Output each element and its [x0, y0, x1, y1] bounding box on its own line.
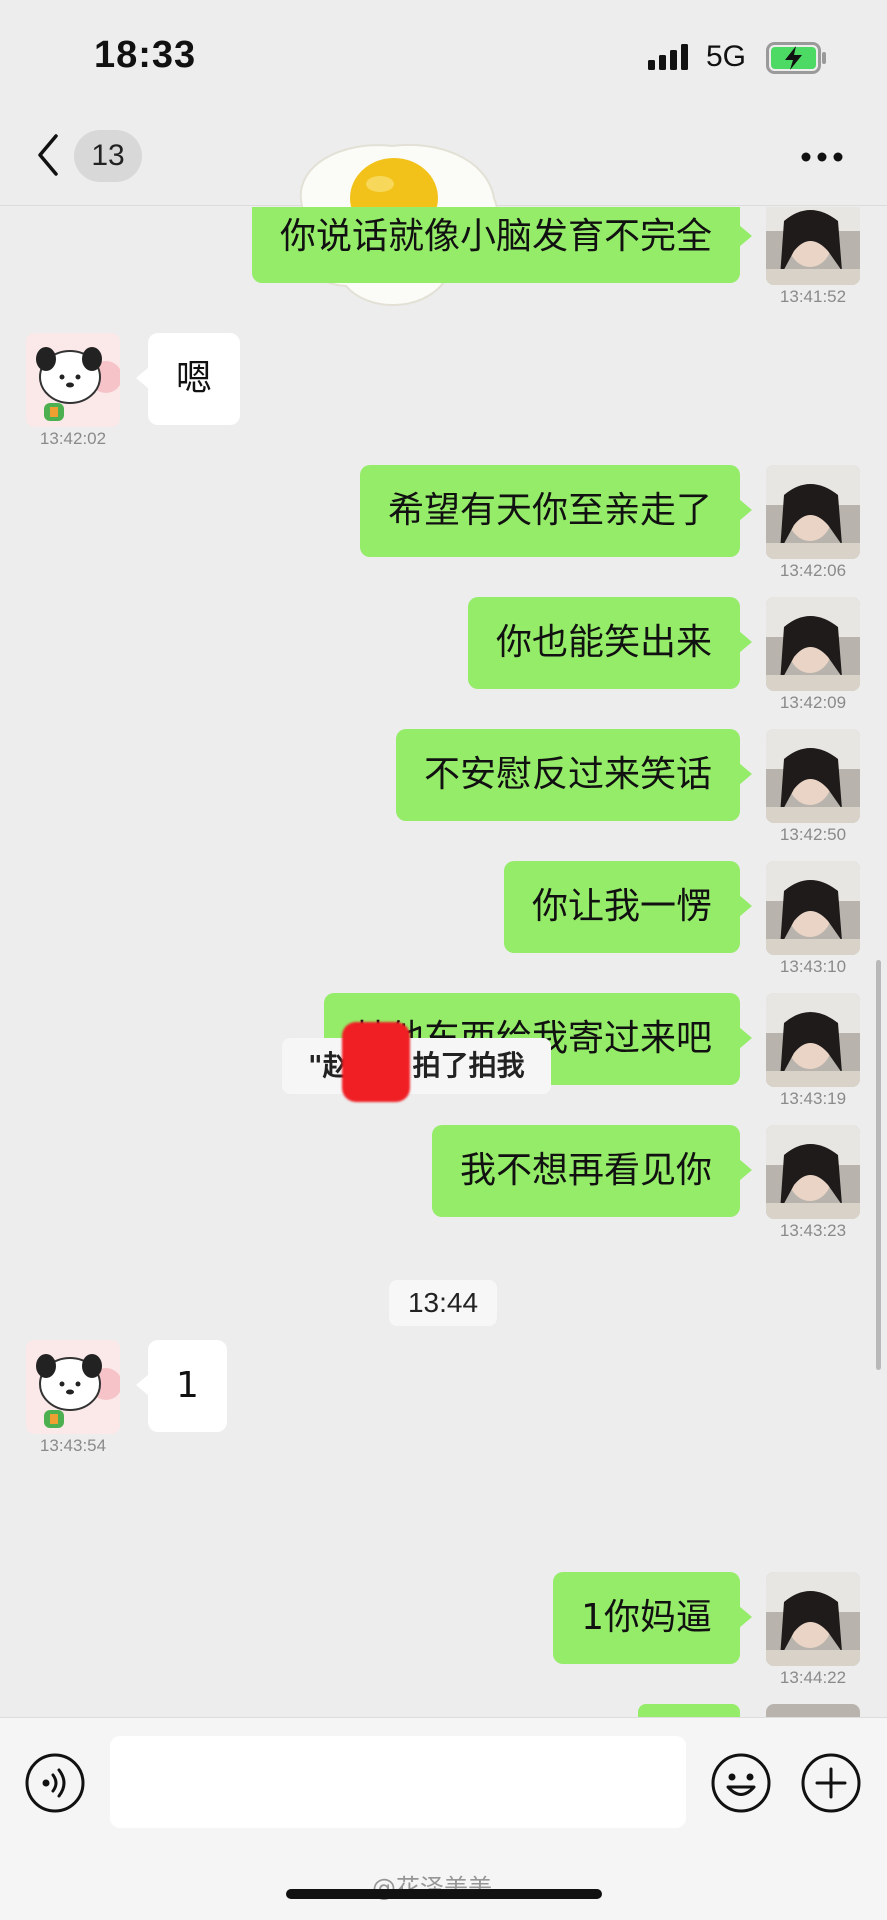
voice-icon[interactable]: [24, 1752, 86, 1814]
status-time: 18:33: [94, 34, 197, 76]
my-avatar[interactable]: [766, 1572, 860, 1666]
ellipsis-icon[interactable]: [800, 150, 844, 164]
contact-avatar[interactable]: [26, 1340, 120, 1434]
my-avatar[interactable]: [766, 465, 860, 559]
message-timestamp: 13:44:22: [779, 1668, 847, 1687]
unread-count-badge[interactable]: 13: [74, 130, 142, 182]
outgoing-message-bubble-partial: [638, 1704, 740, 1717]
my-avatar[interactable]: [766, 861, 860, 955]
battery-charging-icon: [766, 42, 826, 74]
incoming-message-bubble[interactable]: 1: [136, 1340, 227, 1432]
outgoing-message-bubble[interactable]: 我不想再看见你: [431, 1125, 753, 1217]
message-timestamp: 13:42:02: [39, 429, 107, 448]
message-timestamp: 13:41:52: [779, 287, 847, 306]
my-avatar[interactable]: [766, 993, 860, 1087]
signal-icon: [648, 44, 688, 70]
my-avatar[interactable]: [766, 597, 860, 691]
outgoing-message-bubble[interactable]: 不安慰反过来笑话: [395, 729, 753, 821]
message-timestamp: 13:43:54: [39, 1436, 107, 1455]
outgoing-message-bubble[interactable]: 你让我一愣: [503, 861, 753, 953]
message-timestamp: 13:43:23: [779, 1221, 847, 1240]
input-bar: @花泽美美: [0, 1717, 887, 1920]
my-avatar[interactable]: [766, 207, 860, 285]
outgoing-message-bubble[interactable]: 1你妈逼: [553, 1572, 752, 1664]
message-timestamp: 13:42:50: [779, 825, 847, 844]
message-timestamp: 13:42:09: [779, 693, 847, 712]
chevron-left-icon[interactable]: [32, 130, 62, 180]
pat-system-message: "赵 瑞" 拍了拍我: [282, 1038, 551, 1094]
outgoing-message-bubble[interactable]: 希望有天你至亲走了: [359, 465, 753, 557]
message-list[interactable]: 你说话就像小脑发育不完全 13:41:52 嗯 13:42:02 希望有天你至亲…: [0, 207, 887, 1717]
home-indicator[interactable]: [286, 1889, 602, 1899]
outgoing-message-bubble[interactable]: 你也能笑出来: [467, 597, 753, 689]
emoji-icon[interactable]: [710, 1752, 772, 1814]
message-input[interactable]: [110, 1736, 686, 1828]
my-avatar[interactable]: [766, 1125, 860, 1219]
message-timestamp: 13:43:10: [779, 957, 847, 976]
my-avatar[interactable]: [766, 729, 860, 823]
time-divider: 13:44: [389, 1280, 497, 1326]
chat-header: 13: [0, 100, 887, 306]
contact-avatar[interactable]: [26, 333, 120, 427]
incoming-message-bubble[interactable]: 嗯: [135, 333, 241, 425]
my-avatar-partial: [766, 1704, 860, 1717]
message-timestamp: 13:42:06: [779, 561, 847, 580]
redaction-mark: [342, 1022, 410, 1102]
scrollbar[interactable]: [876, 960, 881, 1370]
message-timestamp: 13:43:19: [779, 1089, 847, 1108]
outgoing-message-bubble[interactable]: 你说话就像小脑发育不完全: [251, 207, 753, 283]
network-label: 5G: [706, 40, 747, 73]
plus-icon[interactable]: [800, 1752, 862, 1814]
